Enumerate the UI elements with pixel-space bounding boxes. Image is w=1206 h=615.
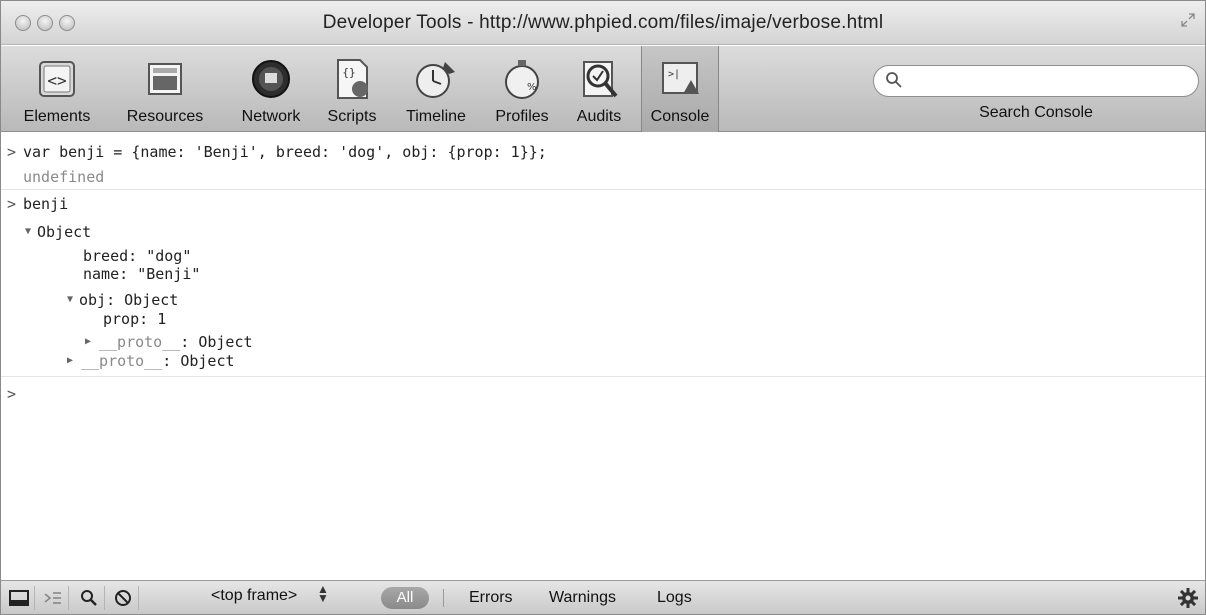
- window-title: Developer Tools - http://www.phpied.com/…: [322, 12, 884, 33]
- property-value: 1: [157, 310, 167, 328]
- property-key: prop: [103, 310, 140, 328]
- expand-triangle-down-icon[interactable]: ▼: [67, 294, 73, 305]
- tab-scripts[interactable]: {} Scripts: [317, 46, 387, 132]
- tab-profiles-label: Profiles: [495, 108, 549, 125]
- settings-gear-icon[interactable]: [1177, 587, 1199, 609]
- clear-console-button[interactable]: [107, 586, 139, 610]
- search-console-input[interactable]: [873, 65, 1199, 97]
- expand-triangle-right-icon[interactable]: ▶: [85, 336, 91, 347]
- input-prompt-1: >: [7, 143, 17, 161]
- filter-divider: [443, 589, 444, 607]
- svg-text:{}: {}: [342, 66, 355, 79]
- tab-elements[interactable]: <> Elements: [7, 46, 107, 132]
- tab-audits[interactable]: Audits: [565, 46, 633, 132]
- resources-icon: [148, 63, 182, 95]
- property-key: __proto__: [81, 352, 163, 370]
- svg-text:%: %: [527, 82, 537, 93]
- scripts-icon: {}: [337, 59, 368, 99]
- panel-toolbar: <> Elements Resources Network {} Scripts…: [1, 46, 1205, 132]
- tree-property-obj[interactable]: obj: Object: [79, 291, 178, 309]
- elements-icon: <>: [39, 61, 75, 97]
- property-value: "Benji": [137, 265, 201, 283]
- tab-timeline[interactable]: Timeline: [393, 46, 479, 132]
- property-key: name: [83, 265, 120, 283]
- expand-triangle-right-icon[interactable]: ▶: [67, 355, 73, 366]
- title-bar: Developer Tools - http://www.phpied.com/…: [1, 1, 1205, 45]
- console-result-1: undefined: [23, 168, 105, 186]
- updown-chevron-icon[interactable]: ▲ ▼: [317, 583, 329, 604]
- property-key: __proto__: [99, 333, 181, 351]
- tab-resources[interactable]: Resources: [115, 46, 215, 132]
- tree-property-name: name: "Benji": [83, 265, 201, 283]
- clear-icon: [114, 590, 131, 606]
- dock-toggle-button[interactable]: [3, 586, 35, 610]
- search-icon: [886, 72, 902, 88]
- console-output[interactable]: > var benji = {name: 'Benji', breed: 'do…: [1, 133, 1205, 580]
- timeline-icon: [416, 62, 455, 98]
- property-value: Object: [124, 291, 179, 309]
- tree-root-object[interactable]: Object: [37, 223, 91, 241]
- tree-property-breed: breed: "dog": [83, 247, 192, 265]
- console-prompt[interactable]: >: [7, 385, 16, 403]
- tree-property-proto[interactable]: __proto__: Object: [81, 352, 235, 370]
- audits-icon: [583, 61, 618, 98]
- property-value: Object: [180, 352, 235, 370]
- expand-triangle-down-icon[interactable]: ▼: [25, 226, 31, 237]
- entry-divider: [1, 189, 1205, 190]
- tab-network-label: Network: [241, 108, 301, 125]
- tab-timeline-label: Timeline: [406, 108, 466, 125]
- profiles-icon: %: [505, 60, 539, 99]
- tab-scripts-label: Scripts: [327, 108, 377, 125]
- input-prompt-2: >: [7, 195, 17, 213]
- console-input-1: var benji = {name: 'Benji', breed: 'dog'…: [23, 143, 547, 161]
- network-icon: [252, 60, 290, 98]
- tree-property-prop: prop: 1: [103, 310, 167, 328]
- console-icon: >|: [662, 62, 699, 94]
- svg-text:<>: <>: [47, 71, 66, 90]
- tab-elements-label: Elements: [23, 108, 91, 125]
- filter-logs-button[interactable]: Logs: [657, 589, 692, 607]
- console-input-2: benji: [23, 195, 69, 213]
- search-console-label: Search Console: [979, 104, 1093, 121]
- property-key: breed: [83, 247, 129, 265]
- show-console-button[interactable]: [37, 586, 69, 610]
- status-bar: <top frame> ▲ ▼ All Errors Warnings Logs: [1, 580, 1205, 614]
- devtools-window: Developer Tools - http://www.phpied.com/…: [0, 0, 1206, 615]
- entry-divider: [1, 376, 1205, 377]
- filter-all-button[interactable]: All: [381, 587, 429, 609]
- tab-network[interactable]: Network: [223, 46, 319, 132]
- property-key: obj: [79, 291, 107, 309]
- filter-errors-button[interactable]: Errors: [469, 589, 513, 607]
- magnifier-icon: [80, 590, 97, 606]
- svg-text:>|: >|: [668, 69, 680, 80]
- tab-audits-label: Audits: [576, 108, 622, 125]
- console-drawer-icon: [44, 592, 61, 604]
- tab-resources-label: Resources: [126, 108, 204, 125]
- filter-warnings-button[interactable]: Warnings: [549, 589, 616, 607]
- inspect-search-button[interactable]: [73, 586, 105, 610]
- dock-icon: [8, 590, 29, 606]
- tab-console[interactable]: >| Console: [641, 46, 719, 132]
- fullscreen-icon[interactable]: [1181, 13, 1195, 27]
- tab-profiles[interactable]: % Profiles: [485, 46, 559, 132]
- tab-console-label: Console: [650, 108, 710, 125]
- tree-property-nested-proto[interactable]: __proto__: Object: [99, 333, 253, 351]
- property-value: "dog": [146, 247, 192, 265]
- frame-selector[interactable]: <top frame>: [211, 587, 297, 605]
- property-value: Object: [198, 333, 253, 351]
- search-box: [873, 65, 1199, 97]
